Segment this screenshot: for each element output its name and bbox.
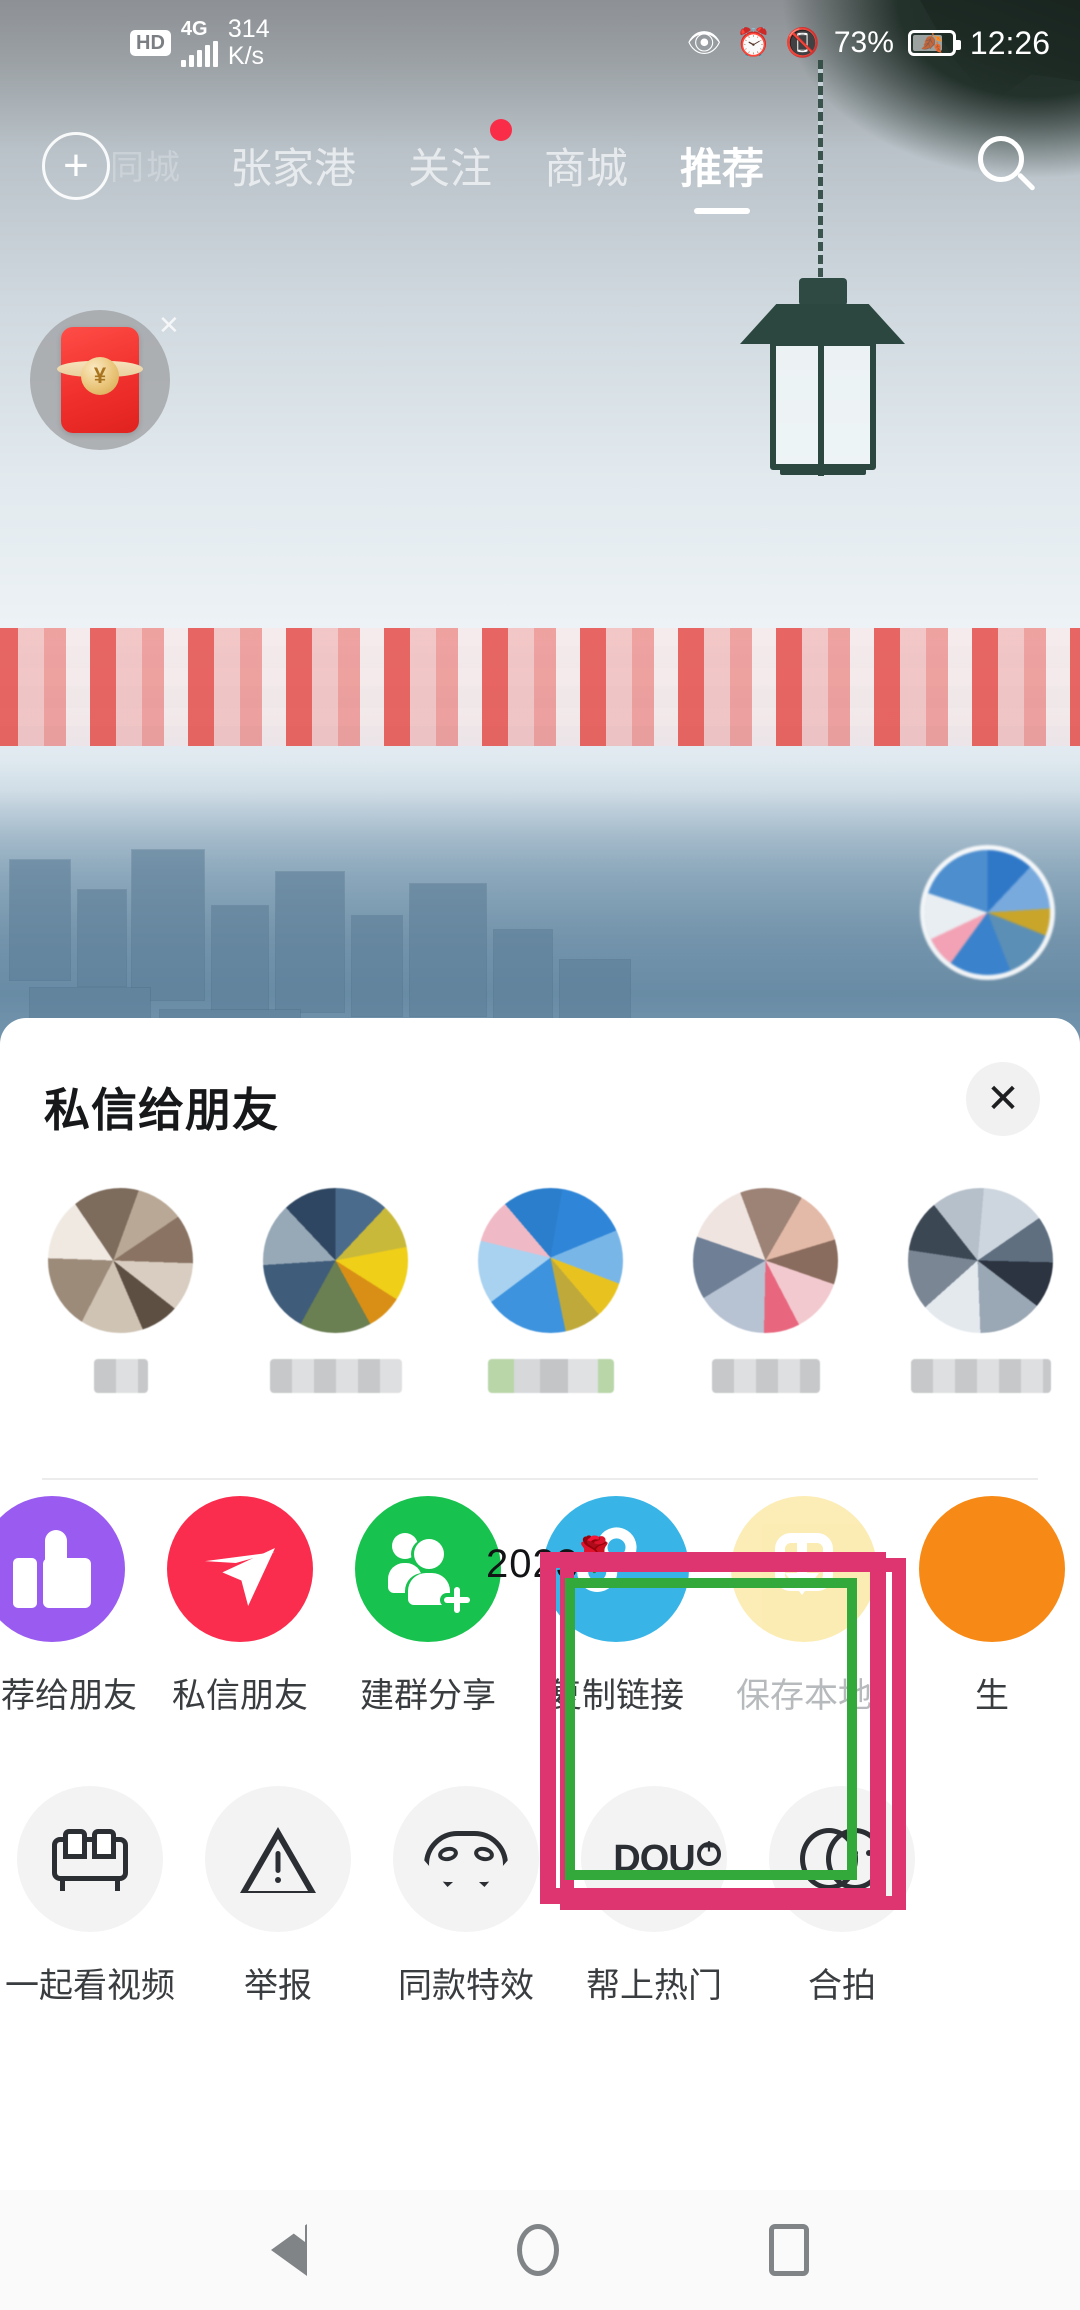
action-report[interactable]: 举报 [184,1786,372,2007]
status-bar: HD 4G 314 K/s 👁 ⏰ 📵 73% 🍂 12:26 [0,0,1080,86]
download-icon [731,1496,877,1642]
action-label: 推荐给朋友 [0,1677,137,1715]
avatar [693,1188,838,1333]
tab-label: 关注 [408,144,493,192]
battery-powersaving-leaf-icon: 🍂 [907,30,961,56]
friend-list[interactable] [0,1188,1080,1478]
action-label: 帮上热门 [586,1967,722,2005]
close-icon[interactable]: ✕ [966,1062,1040,1136]
back-triangle-icon[interactable] [271,2206,307,2276]
author-avatar[interactable] [925,850,1050,975]
generate-icon [919,1496,1065,1642]
network-speed: 314 K/s [228,16,270,70]
top-navigation-bar: + 同城 张家港 关注 商城 推荐 [0,110,1080,220]
action-create-group-share[interactable]: 建群分享 [334,1496,522,1717]
hanging-lantern-icon [740,278,905,478]
friend-name-redacted [94,1359,148,1393]
eye-comfort-icon: 👁 [686,27,723,58]
nav-ghost-label[interactable]: 同城 [110,140,182,189]
nav-tabs: 张家港 关注 商城 推荐 [230,110,764,220]
notification-badge-icon [490,118,513,141]
action-label: 私信朋友 [172,1677,308,1715]
list-item[interactable] [693,1188,838,1393]
paper-plane-icon [167,1496,313,1642]
avatar [908,1188,1053,1333]
battery-percent-label: 73% [833,26,894,59]
rose-emoji-icon: 🌹 [573,1536,616,1574]
censored-caption-overlay [0,628,1080,746]
action-label: 保存本地 [736,1677,872,1715]
action-save-local[interactable]: 保存本地 [710,1496,898,1717]
action-boost-trending[interactable]: DOU 帮上热门 [560,1786,748,2007]
red-envelope-symbol: ¥ [81,357,119,395]
thumbs-up-icon [0,1496,125,1642]
avatar [263,1188,408,1333]
list-item[interactable] [908,1188,1053,1393]
action-label: 生 [975,1677,1009,1715]
action-copy-link[interactable]: 复制链接 [522,1496,710,1717]
add-group-icon [355,1496,501,1642]
clock-label: 12:26 [969,24,1050,61]
network-speed-unit: K/s [227,42,265,70]
action-label: 复制链接 [548,1677,684,1715]
action-watch-together[interactable]: 一起看视频 [0,1786,184,2007]
page-title: 私信给朋友 [44,1084,279,1136]
share-actions-row-1: 推荐给朋友 私信朋友 建群分享 复制链接 [0,1496,1080,1786]
tab-following[interactable]: 关注 [408,118,513,196]
tab-label: 推荐 [680,144,765,192]
sheet-header: 私信给朋友 ✕ [0,1018,1080,1188]
red-envelope-icon[interactable]: ¥ [30,310,170,450]
action-label: 举报 [244,1967,312,2005]
action-generate[interactable]: 生 [898,1496,1080,1717]
friend-name-redacted [270,1359,402,1393]
close-icon[interactable]: ✕ [158,312,180,338]
tab-zhangjiagang[interactable]: 张家港 [230,135,356,196]
action-duet[interactable]: 合拍 [748,1786,936,2007]
dou-plus-icon: DOU [581,1786,727,1932]
phone-screen: ♥ HD 4G 314 K/s 👁 ⏰ 📵 73% 🍂 12:26 [0,0,1080,2310]
overlay-year-label: 2023 [486,1542,579,1586]
duet-icon [769,1786,915,1932]
tab-recommend[interactable]: 推荐 [680,135,764,196]
list-item[interactable] [48,1188,193,1393]
network-type-label: 4G [180,18,208,40]
sofa-icon [17,1786,163,1932]
signal-strength-icon [180,41,218,67]
action-private-message[interactable]: 私信朋友 [146,1496,334,1717]
action-label: 合拍 [808,1967,876,2005]
friend-name-redacted [712,1359,820,1393]
action-same-effect[interactable]: 同款特效 [372,1786,560,2007]
android-navigation-bar [0,2190,1080,2310]
action-label: 一起看视频 [5,1967,175,2005]
avatar [48,1188,193,1333]
tab-label: 商城 [544,144,629,192]
divider [42,1478,1038,1480]
plus-icon[interactable]: + [42,132,110,200]
friend-name-redacted [911,1359,1051,1393]
hd-icon: HD [130,30,171,56]
tab-label: 张家港 [230,144,357,192]
warning-icon [205,1786,351,1932]
friend-name-redacted [488,1359,614,1393]
search-icon[interactable] [978,136,1038,196]
action-recommend-to-friend[interactable]: 推荐给朋友 [0,1496,146,1717]
action-label: 同款特效 [398,1967,534,2005]
list-item[interactable] [263,1188,408,1393]
mask-icon [393,1786,539,1932]
tab-mall[interactable]: 商城 [544,135,628,196]
list-item[interactable] [478,1188,623,1393]
network-speed-value: 314 [227,15,270,43]
alarm-clock-icon: ⏰ [736,27,771,58]
avatar [478,1188,623,1333]
share-bottom-sheet: 私信给朋友 ✕ 荐给朋友 私信朋友 建群分享 复制链接 保存本地 生 一起看视频… [0,1018,1080,2190]
home-circle-icon[interactable] [517,2224,559,2276]
action-label: 建群分享 [360,1677,496,1715]
vibrate-icon: 📵 [785,27,820,58]
share-actions-row-2: 一起看视频 举报 同款特效 DOU 帮上热门 [0,1786,1080,2076]
recents-square-icon[interactable] [769,2224,809,2276]
